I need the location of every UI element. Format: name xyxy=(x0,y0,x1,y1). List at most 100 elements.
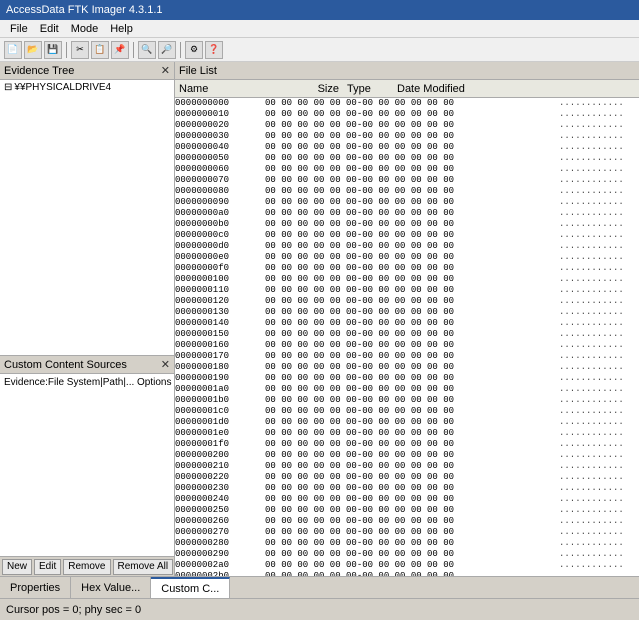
toolbar-cut[interactable]: ✂ xyxy=(71,41,89,59)
hex-data: 00 00 00 00 00 00-00 00 00 00 00 00 xyxy=(265,186,559,197)
custom-content-buttons: New Edit Remove Remove All C xyxy=(0,556,174,576)
hex-data: 00 00 00 00 00 00-00 00 00 00 00 00 xyxy=(265,175,559,186)
custom-content-list: Evidence:File System|Path|... Options xyxy=(0,374,174,556)
hex-ascii: ............ xyxy=(559,571,639,576)
toolbar-new[interactable]: 📄 xyxy=(4,41,22,59)
hex-addr: 0000000160 xyxy=(175,340,265,351)
main-area: Evidence Tree ✕ ⊟ ¥¥PHYSICALDRIVE4 Custo… xyxy=(0,62,639,576)
hex-addr: 0000000260 xyxy=(175,516,265,527)
menu-edit[interactable]: Edit xyxy=(34,22,65,36)
hex-ascii: ............ xyxy=(559,153,639,164)
hex-ascii: ............ xyxy=(559,549,639,560)
hex-addr: 00000002b0 xyxy=(175,571,265,576)
hex-row: 00000000a000 00 00 00 00 00-00 00 00 00 … xyxy=(175,208,639,219)
hex-data: 00 00 00 00 00 00-00 00 00 00 00 00 xyxy=(265,274,559,285)
btn-new[interactable]: New xyxy=(2,559,32,575)
menu-file[interactable]: File xyxy=(4,22,34,36)
title-text: AccessData FTK Imager 4.3.1.1 xyxy=(6,4,163,16)
hex-addr: 0000000000 xyxy=(175,98,265,109)
left-panel: Evidence Tree ✕ ⊟ ¥¥PHYSICALDRIVE4 Custo… xyxy=(0,62,175,576)
toolbar-copy[interactable]: 📋 xyxy=(91,41,109,59)
hex-row: 000000029000 00 00 00 00 00-00 00 00 00 … xyxy=(175,549,639,560)
hex-ascii: ............ xyxy=(559,373,639,384)
toolbar-zoom[interactable]: 🔎 xyxy=(158,41,176,59)
tree-item-physicaldrive[interactable]: ⊟ ¥¥PHYSICALDRIVE4 xyxy=(0,80,174,95)
hex-addr: 00000000a0 xyxy=(175,208,265,219)
hex-row: 00000001c000 00 00 00 00 00-00 00 00 00 … xyxy=(175,406,639,417)
file-list-title: File List xyxy=(179,65,217,77)
hex-data: 00 00 00 00 00 00-00 00 00 00 00 00 xyxy=(265,472,559,483)
hex-addr: 0000000090 xyxy=(175,197,265,208)
hex-row: 000000003000 00 00 00 00 00-00 00 00 00 … xyxy=(175,131,639,142)
hex-data: 00 00 00 00 00 00-00 00 00 00 00 00 xyxy=(265,571,559,576)
hex-addr: 00000000e0 xyxy=(175,252,265,263)
btn-edit[interactable]: Edit xyxy=(34,559,61,575)
hex-data: 00 00 00 00 00 00-00 00 00 00 00 00 xyxy=(265,120,559,131)
hex-row: 00000001b000 00 00 00 00 00-00 00 00 00 … xyxy=(175,395,639,406)
hex-row: 000000000000 00 00 00 00 00-00 00 00 00 … xyxy=(175,98,639,109)
toolbar-help[interactable]: ❓ xyxy=(205,41,223,59)
hex-data: 00 00 00 00 00 00-00 00 00 00 00 00 xyxy=(265,395,559,406)
hex-row: 000000008000 00 00 00 00 00-00 00 00 00 … xyxy=(175,186,639,197)
right-panel: File List Name Size Type Date Modified 0… xyxy=(175,62,639,576)
toolbar-paste[interactable]: 📌 xyxy=(111,41,129,59)
custom-content-close[interactable]: ✕ xyxy=(161,358,170,371)
hex-ascii: ............ xyxy=(559,219,639,230)
hex-addr: 0000000010 xyxy=(175,109,265,120)
hex-ascii: ............ xyxy=(559,307,639,318)
toolbar-settings[interactable]: ⚙ xyxy=(185,41,203,59)
hex-addr: 0000000170 xyxy=(175,351,265,362)
toolbar-open[interactable]: 📂 xyxy=(24,41,42,59)
hex-row: 000000004000 00 00 00 00 00-00 00 00 00 … xyxy=(175,142,639,153)
hex-ascii: ............ xyxy=(559,285,639,296)
hex-ascii: ............ xyxy=(559,274,639,285)
hex-addr: 0000000060 xyxy=(175,164,265,175)
hex-addr: 00000000f0 xyxy=(175,263,265,274)
hex-row: 00000000f000 00 00 00 00 00-00 00 00 00 … xyxy=(175,263,639,274)
hex-addr: 0000000040 xyxy=(175,142,265,153)
bottom-tabs: Properties Hex Value... Custom C... xyxy=(0,576,639,598)
evidence-tree-content: ⊟ ¥¥PHYSICALDRIVE4 xyxy=(0,80,174,355)
custom-content-item[interactable]: Evidence:File System|Path|... Options xyxy=(2,376,172,389)
menu-mode[interactable]: Mode xyxy=(65,22,105,36)
hex-addr: 00000001a0 xyxy=(175,384,265,395)
hex-addr: 00000000c0 xyxy=(175,230,265,241)
hex-row: 00000000e000 00 00 00 00 00-00 00 00 00 … xyxy=(175,252,639,263)
hex-row: 000000012000 00 00 00 00 00-00 00 00 00 … xyxy=(175,296,639,307)
toolbar-save[interactable]: 💾 xyxy=(44,41,62,59)
hex-ascii: ............ xyxy=(559,516,639,527)
toolbar-search[interactable]: 🔍 xyxy=(138,41,156,59)
tab-properties[interactable]: Properties xyxy=(0,577,71,598)
hex-data: 00 00 00 00 00 00-00 00 00 00 00 00 xyxy=(265,351,559,362)
hex-data: 00 00 00 00 00 00-00 00 00 00 00 00 xyxy=(265,208,559,219)
btn-remove-all[interactable]: Remove All xyxy=(113,559,174,575)
toolbar-sep1 xyxy=(66,42,67,58)
hex-ascii: ............ xyxy=(559,197,639,208)
file-list-columns: Name Size Type Date Modified xyxy=(175,80,639,98)
hex-row: 00000001e000 00 00 00 00 00-00 00 00 00 … xyxy=(175,428,639,439)
hex-addr: 0000000290 xyxy=(175,549,265,560)
hex-data: 00 00 00 00 00 00-00 00 00 00 00 00 xyxy=(265,538,559,549)
hex-data: 00 00 00 00 00 00-00 00 00 00 00 00 xyxy=(265,560,559,571)
hex-addr: 0000000220 xyxy=(175,472,265,483)
hex-addr: 0000000050 xyxy=(175,153,265,164)
hex-row: 000000021000 00 00 00 00 00-00 00 00 00 … xyxy=(175,461,639,472)
col-date: Date Modified xyxy=(389,83,635,95)
status-bar: Cursor pos = 0; phy sec = 0 xyxy=(0,598,639,620)
hex-ascii: ............ xyxy=(559,494,639,505)
hex-addr: 00000002a0 xyxy=(175,560,265,571)
btn-remove[interactable]: Remove xyxy=(63,559,110,575)
hex-addr: 0000000270 xyxy=(175,527,265,538)
hex-ascii: ............ xyxy=(559,98,639,109)
hex-ascii: ............ xyxy=(559,109,639,120)
tab-hex-value[interactable]: Hex Value... xyxy=(71,577,151,598)
evidence-tree-close[interactable]: ✕ xyxy=(161,64,170,77)
tab-custom[interactable]: Custom C... xyxy=(151,577,230,598)
hex-addr: 00000000b0 xyxy=(175,219,265,230)
hex-ascii: ............ xyxy=(559,340,639,351)
col-name: Name xyxy=(179,83,299,95)
menu-help[interactable]: Help xyxy=(104,22,139,36)
hex-data: 00 00 00 00 00 00-00 00 00 00 00 00 xyxy=(265,373,559,384)
hex-data: 00 00 00 00 00 00-00 00 00 00 00 00 xyxy=(265,164,559,175)
custom-content-header: Custom Content Sources ✕ xyxy=(0,356,174,374)
